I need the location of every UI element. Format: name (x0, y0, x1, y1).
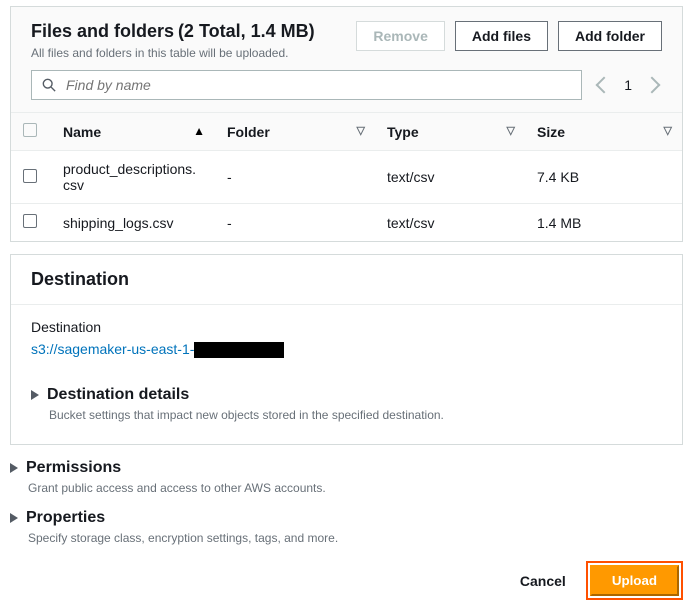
sort-icon: ▽ (357, 124, 365, 137)
files-table: Name▲ Folder▽ Type▽ Size▽ product_descri… (11, 113, 682, 241)
next-page-icon[interactable] (644, 77, 661, 94)
panel-subtitle: All files and folders in this table will… (31, 46, 315, 60)
cell-folder: - (215, 151, 375, 204)
panel-title: Files and folders (31, 21, 174, 41)
files-folders-panel: Files and folders (2 Total, 1.4 MB) All … (10, 6, 683, 242)
prev-page-icon[interactable] (596, 77, 613, 94)
destination-link[interactable]: s3://sagemaker-us-east-1 (31, 341, 190, 357)
cell-type: text/csv (375, 151, 525, 204)
destination-label: Destination (31, 319, 662, 335)
redacted-block (194, 342, 284, 358)
page-number: 1 (624, 77, 632, 93)
destination-value: s3://sagemaker-us-east-1- (31, 341, 662, 358)
table-row: product_descriptions.csv - text/csv 7.4 … (11, 151, 682, 204)
add-folder-button[interactable]: Add folder (558, 21, 662, 51)
destination-heading: Destination (11, 255, 682, 305)
sort-icon: ▽ (664, 124, 672, 137)
permissions-sub: Grant public access and access to other … (10, 481, 683, 495)
panel-summary: (2 Total, 1.4 MB) (178, 21, 315, 41)
properties-expander[interactable]: Properties Specify storage class, encryp… (10, 509, 683, 545)
cell-folder: - (215, 204, 375, 242)
destination-panel: Destination Destination s3://sagemaker-u… (10, 254, 683, 445)
sort-asc-icon: ▲ (193, 124, 205, 138)
cell-name: shipping_logs.csv (51, 204, 215, 242)
destination-body: Destination s3://sagemaker-us-east-1- De… (11, 305, 682, 444)
row-checkbox[interactable] (23, 214, 37, 228)
paginator: 1 (594, 77, 662, 93)
col-folder[interactable]: Folder▽ (215, 113, 375, 151)
table-row: shipping_logs.csv - text/csv 1.4 MB (11, 204, 682, 242)
cell-size: 1.4 MB (525, 204, 682, 242)
button-row: Remove Add files Add folder (356, 21, 662, 51)
upload-button-highlight: Upload (586, 561, 683, 600)
destination-details-expander[interactable]: Destination details Bucket settings that… (31, 372, 662, 426)
footer: Cancel Upload (0, 545, 693, 608)
row-checkbox[interactable] (23, 169, 37, 183)
search-input[interactable] (66, 77, 571, 93)
upload-button[interactable]: Upload (590, 565, 679, 596)
search-icon (42, 78, 56, 92)
panel-header: Files and folders (2 Total, 1.4 MB) All … (11, 7, 682, 70)
cell-name: product_descriptions.csv (63, 161, 203, 193)
destination-details-title: Destination details (47, 386, 189, 404)
cell-type: text/csv (375, 204, 525, 242)
caret-right-icon (10, 463, 18, 473)
destination-details-sub: Bucket settings that impact new objects … (31, 408, 642, 422)
cancel-button[interactable]: Cancel (520, 573, 566, 589)
col-size[interactable]: Size▽ (525, 113, 682, 151)
cell-size: 7.4 KB (525, 151, 682, 204)
search-box[interactable] (31, 70, 582, 100)
permissions-title: Permissions (26, 459, 121, 477)
search-row: 1 (11, 70, 682, 113)
col-select (11, 113, 51, 151)
col-type[interactable]: Type▽ (375, 113, 525, 151)
add-files-button[interactable]: Add files (455, 21, 548, 51)
caret-right-icon (10, 513, 18, 523)
permissions-expander[interactable]: Permissions Grant public access and acce… (10, 459, 683, 495)
panel-title-row: Files and folders (2 Total, 1.4 MB) (31, 21, 315, 42)
sort-icon: ▽ (507, 124, 515, 137)
select-all-checkbox[interactable] (23, 123, 37, 137)
title-block: Files and folders (2 Total, 1.4 MB) All … (31, 21, 315, 60)
col-name[interactable]: Name▲ (51, 113, 215, 151)
properties-title: Properties (26, 509, 105, 527)
remove-button[interactable]: Remove (356, 21, 444, 51)
properties-sub: Specify storage class, encryption settin… (10, 531, 683, 545)
caret-right-icon (31, 390, 39, 400)
